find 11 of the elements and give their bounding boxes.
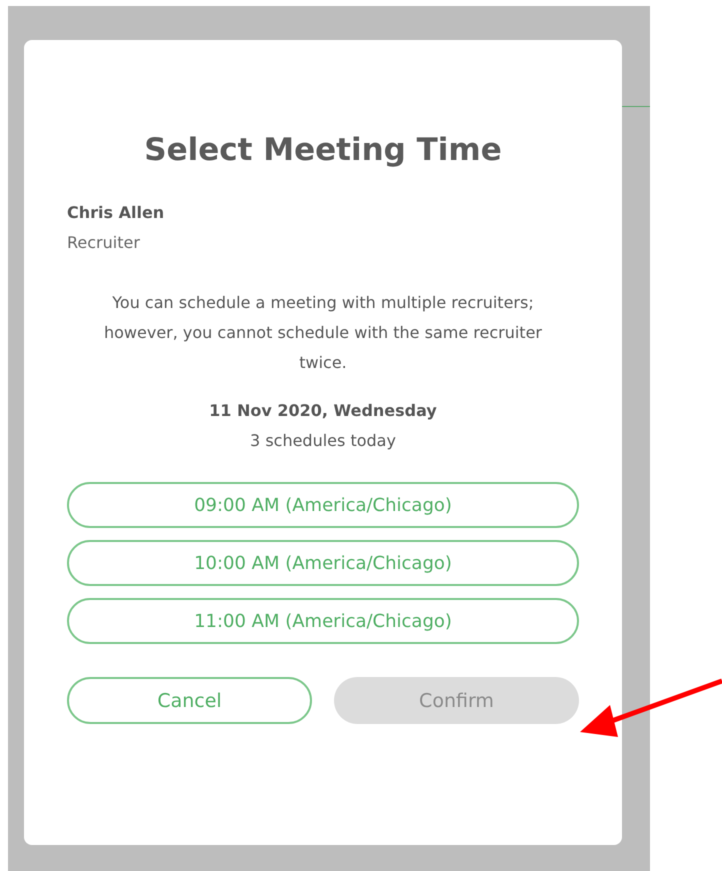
date-label: 11 Nov 2020, Wednesday	[208, 400, 438, 422]
time-slot-button[interactable]: 10:00 AM (America/Chicago)	[67, 540, 579, 586]
recruiter-role: Recruiter	[67, 232, 141, 254]
recruiter-name: Chris Allen	[67, 202, 166, 224]
divider-line	[622, 106, 650, 107]
schedule-count: 3 schedules today	[249, 430, 397, 452]
dialog-title: Select Meeting Time	[143, 132, 503, 168]
notice-text: You can schedule a meeting with multiple recruiters; however, you cannot schedule with the same recruiter twice.	[103, 292, 543, 374]
time-slot-button[interactable]: 09:00 AM (America/Chicago)	[67, 482, 579, 528]
cancel-button[interactable]: Cancel	[67, 677, 312, 724]
time-slot-button[interactable]: 11:00 AM (America/Chicago)	[67, 598, 579, 644]
